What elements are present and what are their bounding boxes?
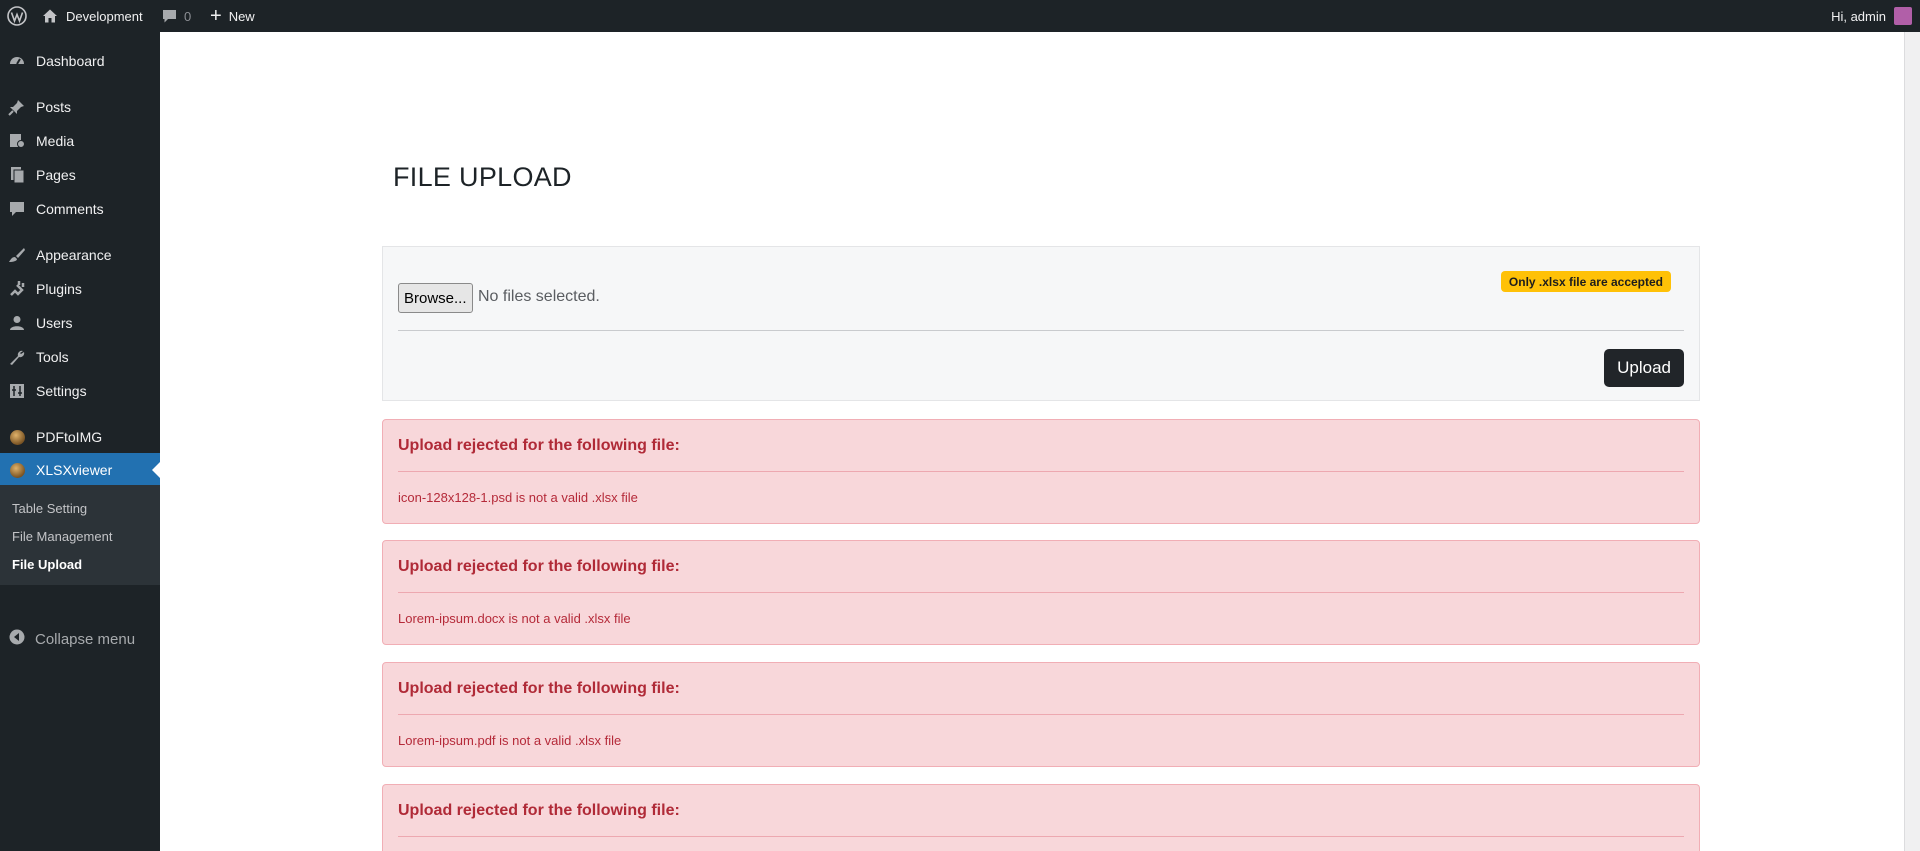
admin-bar: Development 0 + New Hi, admin — [0, 0, 1920, 32]
pages-icon — [8, 166, 26, 184]
sidebar-item-plugins[interactable]: Plugins — [0, 272, 160, 306]
new-label: New — [228, 8, 255, 24]
sidebar-item-pages[interactable]: Pages — [0, 158, 160, 192]
alert-heading: Upload rejected for the following file: — [398, 680, 680, 697]
brush-icon — [8, 246, 26, 264]
alert-message: Lorem-ipsum.docx is not a valid .xlsx fi… — [398, 611, 631, 626]
error-alert: Upload rejected for the following file: … — [382, 540, 1700, 645]
divider — [398, 714, 1684, 715]
error-alert: Upload rejected for the following file: … — [382, 662, 1700, 767]
home-icon — [43, 9, 57, 23]
alert-heading: Upload rejected for the following file: — [398, 558, 680, 575]
dashboard-icon — [8, 52, 26, 70]
new-content-link[interactable]: + New — [210, 0, 255, 32]
settings-icon — [8, 382, 26, 400]
browse-button[interactable]: Browse... — [398, 283, 473, 313]
sidebar-item-users[interactable]: Users — [0, 306, 160, 340]
alert-message: icon-128x128-1.psd is not a valid .xlsx … — [398, 490, 638, 505]
sidebar-item-dashboard[interactable]: Dashboard — [0, 44, 160, 78]
my-account-link[interactable]: Hi, admin — [1831, 0, 1886, 32]
admin-sidebar: Dashboard Posts Media Pages Comments App… — [0, 32, 160, 851]
alert-heading: Upload rejected for the following file: — [398, 437, 680, 454]
submenu-item-table-setting[interactable]: Table Setting — [12, 501, 87, 516]
page-title: FILE UPLOAD — [393, 162, 572, 192]
page-scrollbar[interactable] — [1904, 32, 1920, 851]
site-name: Development — [66, 8, 143, 24]
upload-card: Browse... No files selected. Only .xlsx … — [382, 246, 1700, 401]
accepted-format-badge: Only .xlsx file are accepted — [1500, 271, 1671, 292]
sidebar-item-xlsxviewer[interactable]: XLSXviewer — [0, 453, 160, 487]
comment-bubble-icon — [163, 9, 176, 22]
plug-icon — [8, 280, 26, 298]
submenu-item-file-upload[interactable]: File Upload — [12, 557, 82, 572]
divider — [398, 471, 1684, 472]
plus-icon: + — [210, 5, 222, 27]
sidebar-item-comments[interactable]: Comments — [0, 192, 160, 226]
media-icon — [8, 132, 26, 150]
user-icon — [8, 314, 26, 332]
alert-heading: Upload rejected for the following file: — [398, 802, 680, 819]
submenu-item-file-management[interactable]: File Management — [12, 529, 112, 544]
comments-count: 0 — [184, 8, 192, 24]
divider — [398, 330, 1684, 331]
sidebar-item-pdftoimg[interactable]: PDFtoIMG — [0, 420, 160, 454]
sidebar-item-appearance[interactable]: Appearance — [0, 238, 160, 272]
sidebar-item-settings[interactable]: Settings — [0, 374, 160, 408]
error-alert: Upload rejected for the following file: … — [382, 419, 1700, 524]
plugin-logo-icon — [9, 429, 25, 445]
comment-icon — [8, 200, 26, 218]
pin-icon — [8, 98, 26, 116]
divider — [398, 592, 1684, 593]
sidebar-item-tools[interactable]: Tools — [0, 340, 160, 374]
divider — [398, 836, 1684, 837]
wordpress-logo-icon[interactable] — [6, 0, 28, 32]
avatar[interactable] — [1894, 7, 1912, 25]
comments-link[interactable]: 0 — [162, 0, 191, 32]
upload-button[interactable]: Upload — [1604, 349, 1684, 387]
site-name-link[interactable]: Development — [42, 0, 143, 32]
file-status: No files selected. — [478, 288, 600, 305]
collapse-arrow-icon — [9, 629, 25, 649]
error-alert: Upload rejected for the following file: — [382, 784, 1700, 851]
xlsxviewer-submenu: Table Setting File Management File Uploa… — [0, 485, 160, 585]
plugin-logo-icon — [9, 462, 25, 478]
sidebar-item-posts[interactable]: Posts — [0, 90, 160, 124]
alert-message: Lorem-ipsum.pdf is not a valid .xlsx fil… — [398, 733, 622, 748]
wrench-icon — [8, 348, 26, 366]
greeting: Hi, admin — [1831, 8, 1886, 24]
sidebar-item-media[interactable]: Media — [0, 124, 160, 158]
collapse-menu-button[interactable]: Collapse menu — [0, 624, 160, 654]
